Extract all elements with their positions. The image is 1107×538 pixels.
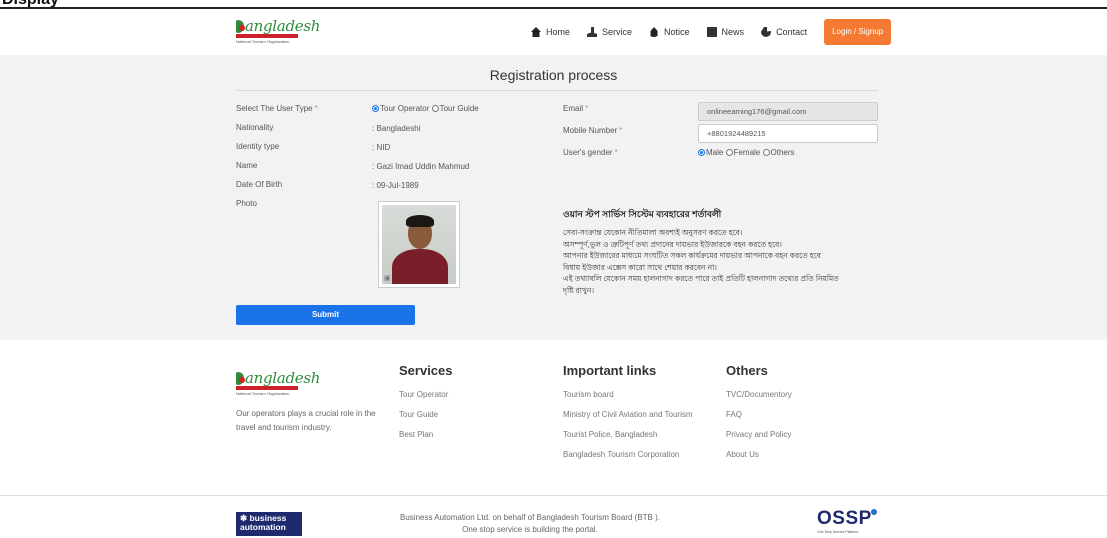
logo-mark-icon — [236, 372, 245, 385]
radio-unchecked-icon — [431, 105, 439, 112]
radio-checked-icon — [698, 149, 705, 156]
dob-value: : 09-Jul-1989 — [372, 181, 419, 190]
footer-link-privacy[interactable]: Privacy and Policy — [726, 430, 792, 440]
gender-radio-group: Male Female Others — [698, 148, 795, 157]
radio-female[interactable]: Female — [725, 148, 760, 157]
site-footer: angladesh National Tourism Organization … — [0, 340, 1107, 495]
copyright-text: Business Automation Ltd. on behalf of Ba… — [400, 513, 660, 534]
important-links-heading: Important links — [563, 363, 657, 378]
news-icon — [706, 27, 717, 37]
radio-unchecked-icon — [762, 149, 770, 156]
profile-photo[interactable]: ▣ — [378, 201, 460, 288]
terms-panel: ওয়ান স্টপ সার্ভিস সিস্টেম ব্যবহারের শর্… — [563, 207, 883, 296]
terms-line: দৃষ্টি রাখুন। — [563, 285, 595, 295]
services-heading: Services — [399, 363, 453, 378]
nationality-value: : Bangladeshi — [372, 124, 421, 133]
footer-brand-logo[interactable]: angladesh National Tourism Organization — [236, 371, 320, 396]
name-label: Name — [236, 161, 258, 170]
footer-link-tvc[interactable]: TVC/Documentory — [726, 390, 792, 400]
footer-link-about[interactable]: About Us — [726, 450, 792, 460]
radio-male[interactable]: Male — [698, 148, 723, 157]
page-title: Registration process — [489, 67, 618, 83]
bottom-bar: ✱ business automation Business Automatio… — [0, 495, 1107, 538]
ossp-logo[interactable]: OSSP One Stop Service Platform — [817, 509, 877, 534]
nav-contact[interactable]: Contact — [761, 27, 807, 37]
nationality-label: Nationality — [236, 123, 274, 132]
submit-button[interactable]: Submit — [236, 305, 415, 325]
user-type-radio-group: Tour Operator Tour Guide — [372, 104, 479, 113]
mobile-field[interactable]: +8801924489215 — [698, 124, 878, 143]
dob-label: Date Of Birth — [236, 180, 283, 189]
radio-others[interactable]: Others — [762, 148, 795, 157]
email-label: Email * — [563, 104, 589, 113]
terms-line: অসম্পূর্ণ,ভুল ও ত্রুটিপূর্ণ তথ্য প্রদানে… — [563, 239, 782, 249]
service-icon — [587, 27, 598, 37]
nav-home[interactable]: Home — [531, 27, 570, 37]
footer-others: Others TVC/Documentory FAQ Privacy and P… — [726, 363, 792, 470]
terms-title: ওয়ান স্টপ সার্ভিস সিস্টেম ব্যবহারের শর্… — [563, 209, 722, 219]
footer-link-best-plan[interactable]: Best Plan — [399, 430, 453, 440]
others-heading: Others — [726, 363, 768, 378]
main-nav: Home Service Notice News Contact Login /… — [531, 19, 892, 45]
radio-tour-operator[interactable]: Tour Operator — [372, 104, 429, 113]
logo-subtitle: National Tourism Organization — [236, 39, 290, 44]
terms-line: আপনার ইউজারের মাধ্যমে সংঘটিত সকল কার্যক্… — [563, 251, 821, 260]
footer-link-tourism-corporation[interactable]: Bangladesh Tourism Corporation — [563, 450, 693, 460]
notice-icon — [650, 27, 658, 37]
footer-important-links: Important links Tourism board Ministry o… — [563, 363, 693, 470]
camera-icon[interactable]: ▣ — [384, 274, 391, 282]
identity-type-value: : NID — [372, 143, 391, 152]
home-icon — [531, 27, 541, 37]
footer-link-tourism-board[interactable]: Tourism board — [563, 390, 693, 400]
logo-band — [236, 34, 298, 38]
gender-label: User's gender * — [563, 148, 618, 157]
footer-services: Services Tour Operator Tour Guide Best P… — [399, 363, 453, 450]
ossp-badge-icon — [871, 509, 877, 515]
mobile-label: Mobile Number * — [563, 126, 623, 135]
nav-service[interactable]: Service — [587, 27, 632, 37]
footer-link-tourist-police[interactable]: Tourist Police, Bangladesh — [563, 430, 693, 440]
name-value: : Gazi Imad Uddin Mahmud — [372, 162, 470, 171]
photo-label: Photo — [236, 199, 257, 208]
logo-subtitle: National Tourism Organization — [236, 391, 290, 396]
radio-checked-icon — [372, 105, 379, 112]
registration-section: Registration process Select The User Typ… — [0, 55, 1107, 340]
terms-line: এই তথ্যাবলি যেকোন সময় হালনাগাদ করতে পার… — [563, 274, 839, 283]
footer-link-ministry[interactable]: Ministry of Civil Aviation and Tourism — [563, 410, 693, 420]
footer-description: Our operators plays a crucial role in th… — [236, 409, 376, 432]
radio-unchecked-icon — [725, 149, 733, 156]
logo-mark-icon — [236, 20, 245, 33]
contact-icon — [761, 27, 772, 37]
terms-line: বিধায় ইউজার এক্সেস কারো সাথে শেয়ার করব… — [563, 262, 717, 272]
footer-link-tour-operator[interactable]: Tour Operator — [399, 390, 453, 400]
business-automation-logo[interactable]: ✱ business automation — [236, 512, 302, 536]
user-type-label: Select The User Type * — [236, 104, 318, 113]
terms-line: সেবা-সংক্রান্ত যেকোন নীতিমালা অবশ্যই অনু… — [563, 228, 743, 237]
footer-link-faq[interactable]: FAQ — [726, 410, 792, 420]
radio-tour-guide[interactable]: Tour Guide — [431, 104, 479, 113]
nav-news[interactable]: News — [706, 27, 744, 37]
identity-type-label: Identity type — [236, 142, 280, 151]
logo-band — [236, 386, 298, 390]
site-header: angladesh National Tourism Organization … — [0, 9, 1107, 55]
nav-notice[interactable]: Notice — [649, 27, 690, 37]
brand-logo[interactable]: angladesh National Tourism Organization — [236, 19, 320, 44]
email-field[interactable]: onlineearning176@gmail.com — [698, 102, 878, 121]
footer-link-tour-guide[interactable]: Tour Guide — [399, 410, 453, 420]
login-signup-button[interactable]: Login / Signup — [824, 19, 892, 45]
title-divider — [236, 90, 878, 91]
